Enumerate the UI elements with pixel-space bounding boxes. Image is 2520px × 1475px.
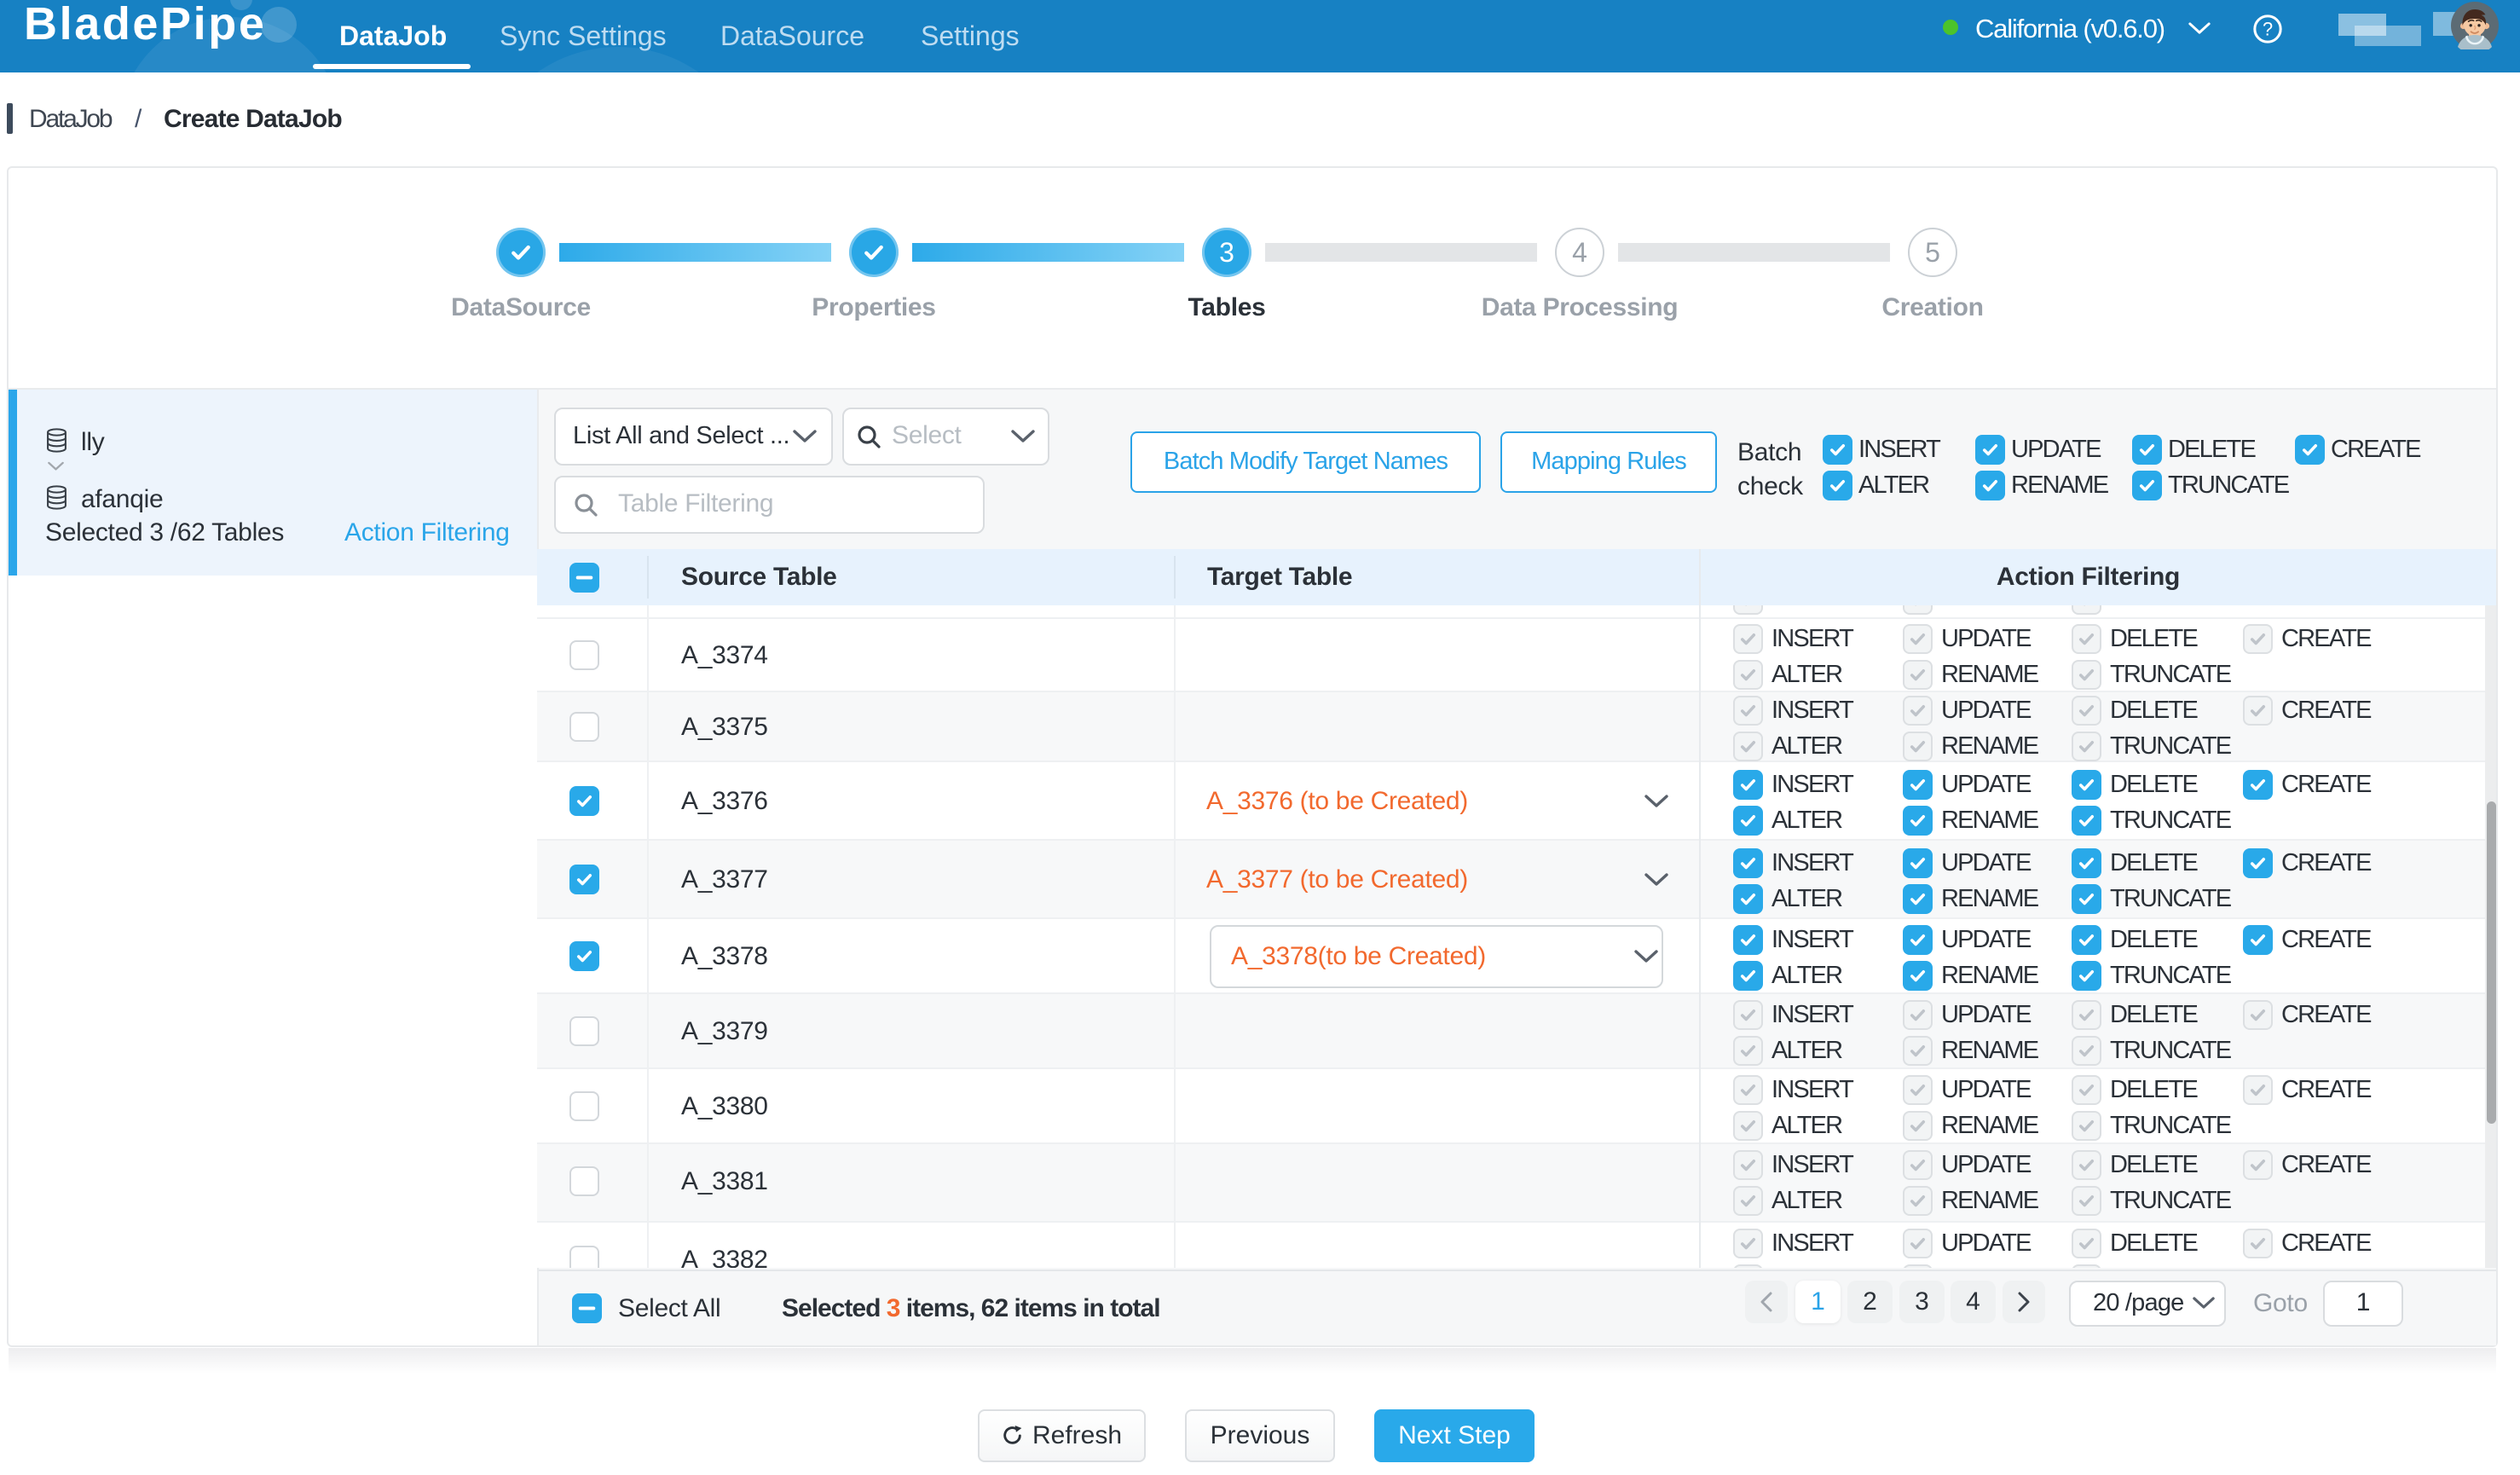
svg-text:?: ? xyxy=(2263,19,2273,40)
